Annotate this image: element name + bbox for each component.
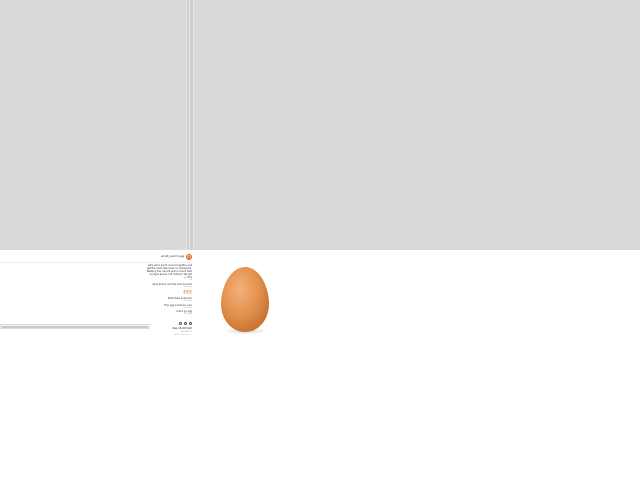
heart-icon[interactable] bbox=[189, 322, 192, 325]
comment-meta[interactable]: 2d Reply bbox=[146, 313, 192, 316]
post-comment-panel: world_record_egg Let's set a world recor… bbox=[0, 250, 194, 340]
image-placeholder bbox=[0, 0, 640, 250]
page: world_record_egg Let's set a world recor… bbox=[0, 0, 640, 480]
likes-count[interactable]: 18,423,920 likes bbox=[172, 327, 192, 330]
list-item: 🥚🥚🥚 2d Reply bbox=[146, 290, 192, 296]
post-header: world_record_egg bbox=[132, 253, 192, 261]
egg-avatar-icon bbox=[188, 255, 190, 259]
list-item: This egg is famous now 2d Reply bbox=[146, 304, 192, 310]
list-item: Kylie Jenner lost the world record 2d Re… bbox=[146, 283, 192, 289]
panel-divider-line bbox=[189, 0, 190, 250]
list-item: Most liked post ever 2d Reply bbox=[146, 297, 192, 303]
action-bar bbox=[162, 322, 192, 325]
caption-text: Let's set a world record together and ge… bbox=[146, 264, 192, 279]
list-item: Let's go egg! 2d Reply bbox=[146, 310, 192, 316]
caption: Let's set a world record together and ge… bbox=[146, 264, 192, 282]
caption-meta: 2d bbox=[189, 279, 192, 281]
comment-meta[interactable]: 2d Reply bbox=[146, 286, 192, 289]
add-comment-input[interactable]: Add a comment... bbox=[174, 334, 192, 337]
scrollbar-thumb[interactable] bbox=[2, 326, 148, 328]
egg-image bbox=[221, 267, 269, 335]
header-divider bbox=[0, 262, 194, 263]
panel-divider bbox=[186, 0, 194, 250]
comment-icon[interactable] bbox=[184, 322, 187, 325]
horizontal-scrollbar[interactable] bbox=[0, 324, 150, 329]
username[interactable]: world_record_egg bbox=[161, 255, 184, 258]
avatar[interactable] bbox=[186, 254, 192, 260]
comment-meta[interactable]: 2d Reply bbox=[146, 307, 192, 310]
share-icon[interactable] bbox=[179, 322, 182, 325]
comment-meta[interactable]: 2d Reply bbox=[146, 293, 192, 296]
comment-list: Let's set a world record together and ge… bbox=[146, 264, 192, 317]
post-image bbox=[215, 262, 275, 336]
comment-meta[interactable]: 2d Reply bbox=[146, 300, 192, 303]
